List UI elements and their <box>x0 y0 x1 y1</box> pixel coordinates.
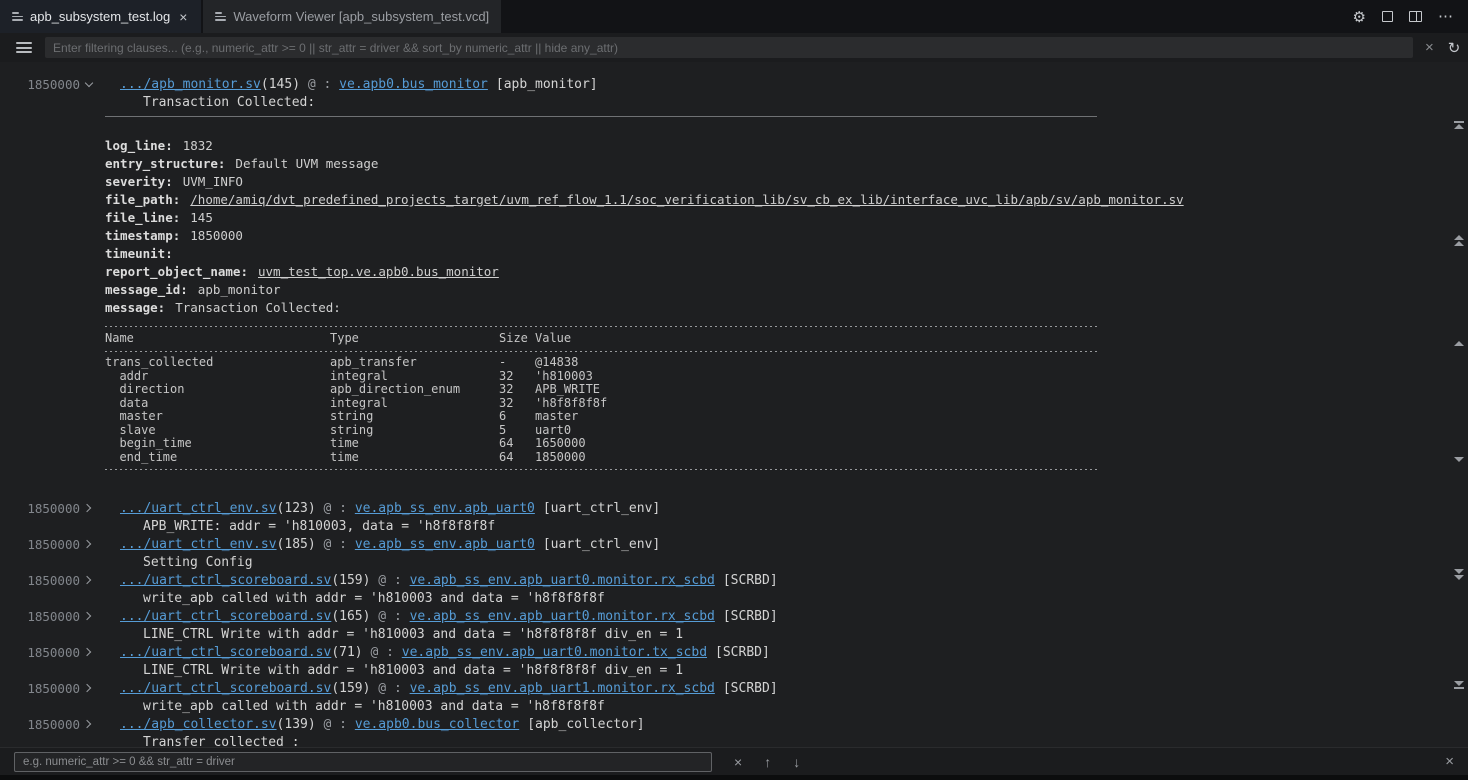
find-previous-icon[interactable]: ↑ <box>764 754 771 770</box>
filter-input[interactable] <box>45 37 1413 58</box>
log-file-icon <box>12 10 23 23</box>
find-next-icon[interactable]: ↓ <box>793 754 800 770</box>
bottom-strip <box>0 775 1468 780</box>
scope-link[interactable]: ve.apb0.bus_monitor <box>339 77 488 92</box>
entry-details: log_line:1832 entry_structure:Default UV… <box>105 116 1450 500</box>
table-row: directionapb_direction_enum32APB_WRITE <box>105 383 1450 397</box>
filter-bar: × ↻ <box>0 33 1468 62</box>
find-clear-icon[interactable]: × <box>734 754 742 770</box>
log-entry: 1850000 .../uart_ctrl_scoreboard.sv(159)… <box>0 680 1450 716</box>
file-link[interactable]: .../uart_ctrl_env.sv <box>120 537 277 552</box>
waveform-file-icon <box>215 10 226 23</box>
table-header: NameTypeSizeValue <box>105 331 1450 346</box>
log-entry: 1850000 .../uart_ctrl_env.sv(123) @ : ve… <box>0 500 1450 536</box>
entry-message: write_apb called with addr = 'h810003 an… <box>120 590 1450 608</box>
tab-bar: apb_subsystem_test.log × Waveform Viewer… <box>0 0 1468 33</box>
report-object-link[interactable]: uvm_test_top.ve.apb0.bus_monitor <box>258 264 499 279</box>
tab-label: Waveform Viewer [apb_subsystem_test.vcd] <box>233 9 489 24</box>
table-row: begin_timetime641650000 <box>105 437 1450 451</box>
scope-link[interactable]: ve.apb_ss_env.apb_uart0.monitor.rx_scbd <box>410 609 715 624</box>
log-entry: 1850000 .../uart_ctrl_scoreboard.sv(165)… <box>0 608 1450 644</box>
entry-timestamp: 1850000 <box>10 536 80 554</box>
transaction-table: NameTypeSizeValue trans_collectedapb_tra… <box>105 325 1450 470</box>
chevron-right-icon[interactable] <box>84 503 96 515</box>
file-link[interactable]: .../apb_monitor.sv <box>120 77 261 92</box>
file-path-link[interactable]: /home/amiq/dvt_predefined_projects_targe… <box>190 192 1183 207</box>
log-entry: 1850000 .../uart_ctrl_env.sv(185) @ : ve… <box>0 536 1450 572</box>
entry-timestamp: 1850000 <box>10 608 80 626</box>
entry-timestamp: 1850000 <box>10 76 80 94</box>
table-row: dataintegral32'h8f8f8f8f <box>105 397 1450 411</box>
close-tab-icon[interactable]: × <box>177 10 189 24</box>
file-link[interactable]: .../uart_ctrl_scoreboard.sv <box>120 645 331 660</box>
log-content: 1850000 .../apb_monitor.sv(145) @ : ve.a… <box>0 62 1450 747</box>
details-separator <box>105 116 1097 117</box>
entry-timestamp: 1850000 <box>10 572 80 590</box>
file-link[interactable]: .../uart_ctrl_env.sv <box>120 501 277 516</box>
scope-link[interactable]: ve.apb_ss_env.apb_uart0.monitor.rx_scbd <box>410 573 715 588</box>
maximize-icon[interactable] <box>1382 11 1393 22</box>
page-up-fast-icon[interactable] <box>1453 234 1465 247</box>
file-link[interactable]: .../uart_ctrl_scoreboard.sv <box>120 573 331 588</box>
chevron-down-icon[interactable] <box>84 79 96 91</box>
entry-message: Transaction Collected: <box>120 94 1450 112</box>
chevron-right-icon[interactable] <box>84 611 96 623</box>
find-close-icon[interactable]: × <box>1445 753 1454 770</box>
log-entry: 1850000 .../apb_monitor.sv(145) @ : ve.a… <box>0 76 1450 500</box>
entry-message: APB_WRITE: addr = 'h810003, data = 'h8f8… <box>120 518 1450 536</box>
entry-timestamp: 1850000 <box>10 644 80 662</box>
arrow-up-icon[interactable] <box>1453 340 1465 347</box>
arrow-down-icon[interactable] <box>1453 456 1465 463</box>
scope-link[interactable]: ve.apb_ss_env.apb_uart0 <box>355 537 535 552</box>
scroll-rail <box>1450 62 1468 747</box>
chevron-right-icon[interactable] <box>84 647 96 659</box>
entry-message: Setting Config <box>120 554 1450 572</box>
chevron-right-icon[interactable] <box>84 539 96 551</box>
chevron-right-icon[interactable] <box>84 683 96 695</box>
chevron-right-icon[interactable] <box>84 575 96 587</box>
scroll-to-bottom-icon[interactable] <box>1453 680 1465 690</box>
table-row: addrintegral32'h810003 <box>105 370 1450 384</box>
scope-link[interactable]: ve.apb_ss_env.apb_uart0.monitor.tx_scbd <box>402 645 707 660</box>
file-link[interactable]: .../apb_collector.sv <box>120 717 277 732</box>
log-entry: 1850000 .../apb_collector.sv(139) @ : ve… <box>0 716 1450 747</box>
find-input[interactable] <box>14 752 712 772</box>
editor-actions: ⚙ ⋯ <box>1353 0 1468 33</box>
scope-link[interactable]: ve.apb0.bus_collector <box>355 717 519 732</box>
entry-message: LINE_CTRL Write with addr = 'h810003 and… <box>120 662 1450 680</box>
entry-timestamp: 1850000 <box>10 680 80 698</box>
entry-message: Transfer collected : <box>120 734 1450 747</box>
scope-link[interactable]: ve.apb_ss_env.apb_uart1.monitor.rx_scbd <box>410 681 715 696</box>
clear-filter-icon[interactable]: × <box>1425 39 1434 56</box>
find-bar: × ↑ ↓ × <box>0 747 1468 775</box>
table-row: slavestring5uart0 <box>105 424 1450 438</box>
refresh-icon[interactable]: ↻ <box>1448 39 1461 57</box>
table-row: masterstring6master <box>105 410 1450 424</box>
scroll-to-top-icon[interactable] <box>1453 120 1465 130</box>
entry-message: write_apb called with addr = 'h810003 an… <box>120 698 1450 716</box>
file-link[interactable]: .../uart_ctrl_scoreboard.sv <box>120 609 331 624</box>
chevron-right-icon[interactable] <box>84 719 96 731</box>
menu-icon[interactable] <box>16 40 32 56</box>
gear-icon[interactable]: ⚙ <box>1353 8 1366 26</box>
tab-log-file[interactable]: apb_subsystem_test.log × <box>0 0 201 33</box>
more-actions-icon[interactable]: ⋯ <box>1438 13 1454 21</box>
entry-header: .../apb_monitor.sv(145) @ : ve.apb0.bus_… <box>120 76 1450 94</box>
split-editor-icon[interactable] <box>1409 11 1422 22</box>
entry-message: LINE_CTRL Write with addr = 'h810003 and… <box>120 626 1450 644</box>
entry-timestamp: 1850000 <box>10 500 80 518</box>
scope-link[interactable]: ve.apb_ss_env.apb_uart0 <box>355 501 535 516</box>
file-link[interactable]: .../uart_ctrl_scoreboard.sv <box>120 681 331 696</box>
log-viewer-window: apb_subsystem_test.log × Waveform Viewer… <box>0 0 1468 780</box>
tab-label: apb_subsystem_test.log <box>30 9 170 24</box>
page-down-fast-icon[interactable] <box>1453 568 1465 581</box>
log-entry: 1850000 .../uart_ctrl_scoreboard.sv(71) … <box>0 644 1450 680</box>
log-entry: 1850000 .../uart_ctrl_scoreboard.sv(159)… <box>0 572 1450 608</box>
tab-waveform-viewer[interactable]: Waveform Viewer [apb_subsystem_test.vcd] <box>203 0 501 33</box>
table-row: end_timetime641850000 <box>105 451 1450 465</box>
entry-timestamp: 1850000 <box>10 716 80 734</box>
table-row: trans_collectedapb_transfer-@14838 <box>105 356 1450 370</box>
